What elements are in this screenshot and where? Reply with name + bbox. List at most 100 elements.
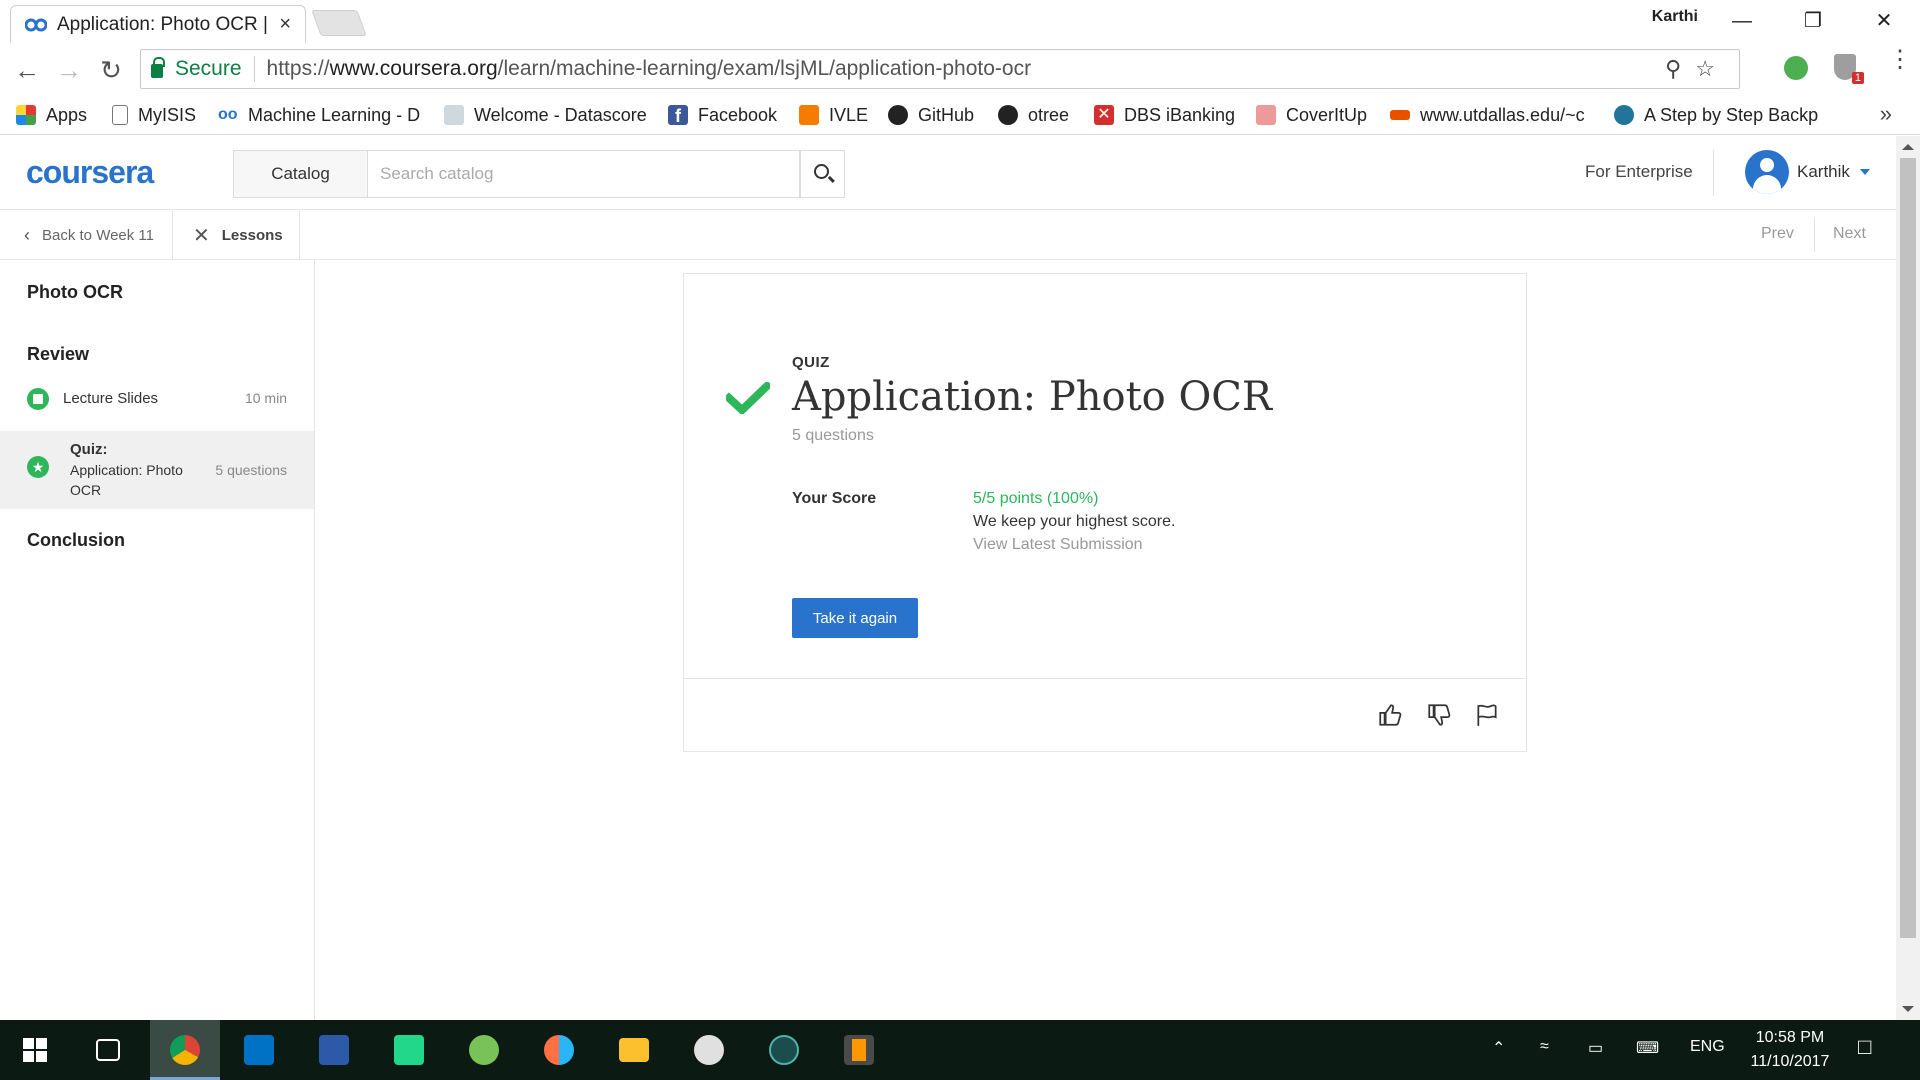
forward-arrow-icon[interactable]: →	[54, 55, 84, 85]
back-label: Back to Week 11	[42, 226, 155, 244]
bookmark-facebook[interactable]: f Facebook	[668, 97, 777, 133]
thumbs-up-icon[interactable]	[1377, 702, 1403, 728]
next-button[interactable]: Next	[1833, 225, 1866, 243]
take-it-again-button[interactable]: Take it again	[792, 598, 918, 638]
wordpress-icon	[1614, 105, 1634, 125]
zoom-icon[interactable]: ⚲	[1665, 56, 1695, 81]
search-button[interactable]	[800, 150, 845, 198]
taskbar-android-studio[interactable]	[454, 1020, 514, 1080]
bookmark-label: Facebook	[698, 104, 778, 125]
bookmark-label: Apps	[46, 104, 88, 125]
task-view-button[interactable]	[78, 1020, 138, 1080]
ivle-icon	[799, 105, 819, 125]
user-menu-caret-icon[interactable]	[1860, 169, 1870, 175]
window-close-icon[interactable]: ✕	[1864, 6, 1904, 36]
bookmark-label: CoverItUp	[1286, 104, 1368, 125]
taskbar-chrome[interactable]	[150, 1020, 220, 1080]
browser-profile-name[interactable]: Karthi	[1652, 8, 1698, 26]
action-center-icon[interactable]: □	[1858, 1034, 1871, 1060]
sidebar-item-duration: 10 min	[244, 390, 287, 406]
search-icon	[814, 164, 829, 179]
section-title-conclusion[interactable]: Conclusion	[27, 530, 125, 551]
bookmark-github[interactable]: GitHub	[888, 97, 974, 133]
secure-label: Secure	[175, 57, 242, 80]
extension-green-icon[interactable]	[1784, 56, 1808, 80]
facebook-icon: f	[668, 105, 688, 126]
app-dark-icon	[769, 1035, 799, 1065]
catalog-button[interactable]: Catalog	[233, 150, 368, 198]
bookmark-ivle[interactable]: IVLE	[799, 97, 868, 133]
search-input[interactable]	[368, 150, 800, 198]
taskbar-file-explorer[interactable]	[604, 1020, 664, 1080]
sidebar-item-lecture-slides[interactable]: Lecture Slides 10 min	[0, 378, 314, 420]
bookmark-star-icon[interactable]: ☆	[1695, 56, 1729, 81]
sidebar-item-questions: 5 questions	[215, 462, 287, 478]
avatar-body	[1753, 175, 1781, 194]
bookmark-otree[interactable]: otree	[998, 97, 1069, 133]
windows-logo-icon	[23, 1038, 47, 1062]
thumbs-down-icon[interactable]	[1426, 702, 1452, 728]
taskbar-outlook[interactable]	[229, 1020, 289, 1080]
extension-shield-icon[interactable]: 1	[1834, 54, 1864, 84]
taskbar-paint[interactable]	[679, 1020, 739, 1080]
bookmarks-bar: Apps MyISIS oo Machine Learning - D Welco…	[0, 97, 1920, 135]
taskbar-clock[interactable]: 10:58 PM 11/10/2017	[1735, 1026, 1845, 1074]
bookmark-dbs-ibanking[interactable]: ✕ DBS iBanking	[1094, 97, 1235, 133]
section-title-review[interactable]: Review	[27, 344, 89, 365]
bookmark-label: IVLE	[829, 104, 869, 125]
utd-icon	[1390, 110, 1410, 120]
prev-button[interactable]: Prev	[1761, 225, 1794, 243]
bookmark-datascore[interactable]: Welcome - Datascore	[444, 97, 649, 133]
score-value: 5/5 points (100%)	[973, 490, 1099, 507]
start-button[interactable]	[5, 1020, 65, 1080]
browser-menu-icon[interactable]: ⋮	[1888, 48, 1912, 72]
address-bar[interactable]: Secure https://www.coursera.org/learn/ma…	[140, 49, 1740, 89]
taskbar-pycharm[interactable]	[379, 1020, 439, 1080]
avatar-head	[1760, 158, 1774, 172]
taskbar-app-dark[interactable]	[754, 1020, 814, 1080]
bookmark-label: A Step by Step Backp	[1644, 104, 1819, 125]
bookmarks-overflow-icon[interactable]: »	[1880, 101, 1892, 127]
scroll-down-icon[interactable]	[1902, 1006, 1914, 1012]
document-icon	[444, 105, 464, 125]
for-enterprise-link[interactable]: For Enterprise	[1585, 162, 1693, 182]
lessons-toggle[interactable]: ✕ Lessons	[173, 210, 300, 260]
minimize-icon[interactable]: —	[1722, 6, 1762, 36]
user-name[interactable]: Karthik	[1797, 162, 1850, 182]
reload-icon[interactable]: ↻	[96, 55, 126, 85]
tray-chevron-up-icon[interactable]: ⌃	[1492, 1038, 1505, 1058]
battery-icon[interactable]: ▭	[1588, 1038, 1603, 1058]
wifi-icon[interactable]: ≈	[1540, 1038, 1549, 1056]
keyboard-icon[interactable]: ⌨	[1636, 1038, 1659, 1058]
new-tab-button[interactable]	[311, 10, 367, 36]
bookmark-utdallas[interactable]: www.utdallas.edu/~c	[1390, 97, 1595, 133]
taskbar-app-circle[interactable]	[529, 1020, 589, 1080]
browser-tab-active[interactable]: Application: Photo OCR | ×	[10, 5, 306, 43]
scrollbar-thumb[interactable]	[1900, 158, 1916, 938]
language-indicator[interactable]: ENG	[1690, 1038, 1725, 1056]
url-domain: www.coursera.org	[329, 57, 498, 80]
clock-time: 10:58 PM	[1755, 1029, 1825, 1046]
page-scrollbar[interactable]	[1896, 136, 1920, 1020]
avatar[interactable]	[1745, 150, 1789, 194]
checkmark-icon	[726, 382, 770, 414]
app-circle-icon	[544, 1035, 574, 1065]
back-arrow-icon[interactable]: ←	[12, 55, 42, 85]
taskbar-sublime[interactable]	[829, 1020, 889, 1080]
coursera-logo[interactable]: coursera	[26, 154, 154, 191]
android-studio-icon	[469, 1035, 499, 1065]
bookmark-coverit-up[interactable]: CoverItUp	[1256, 97, 1367, 133]
section-title-photo-ocr[interactable]: Photo OCR	[27, 282, 123, 303]
restore-icon[interactable]: ❐	[1793, 6, 1833, 36]
bookmark-myisis[interactable]: MyISIS	[112, 97, 196, 133]
bookmark-machine-learning[interactable]: oo Machine Learning - D	[218, 97, 423, 133]
flag-icon[interactable]	[1474, 702, 1500, 728]
scroll-up-icon[interactable]	[1902, 144, 1914, 150]
sidebar-item-quiz-photo-ocr[interactable]: ★ Quiz: Application: Photo OCR 5 questio…	[0, 431, 314, 509]
view-latest-submission-link[interactable]: View Latest Submission	[973, 536, 1143, 554]
taskbar-powershell[interactable]	[304, 1020, 364, 1080]
back-to-week-link[interactable]: ‹ Back to Week 11	[0, 210, 173, 260]
tab-close-icon[interactable]: ×	[279, 13, 291, 36]
bookmark-step-by-step[interactable]: A Step by Step Backp	[1614, 97, 1824, 133]
bookmark-apps[interactable]: Apps	[16, 97, 87, 133]
